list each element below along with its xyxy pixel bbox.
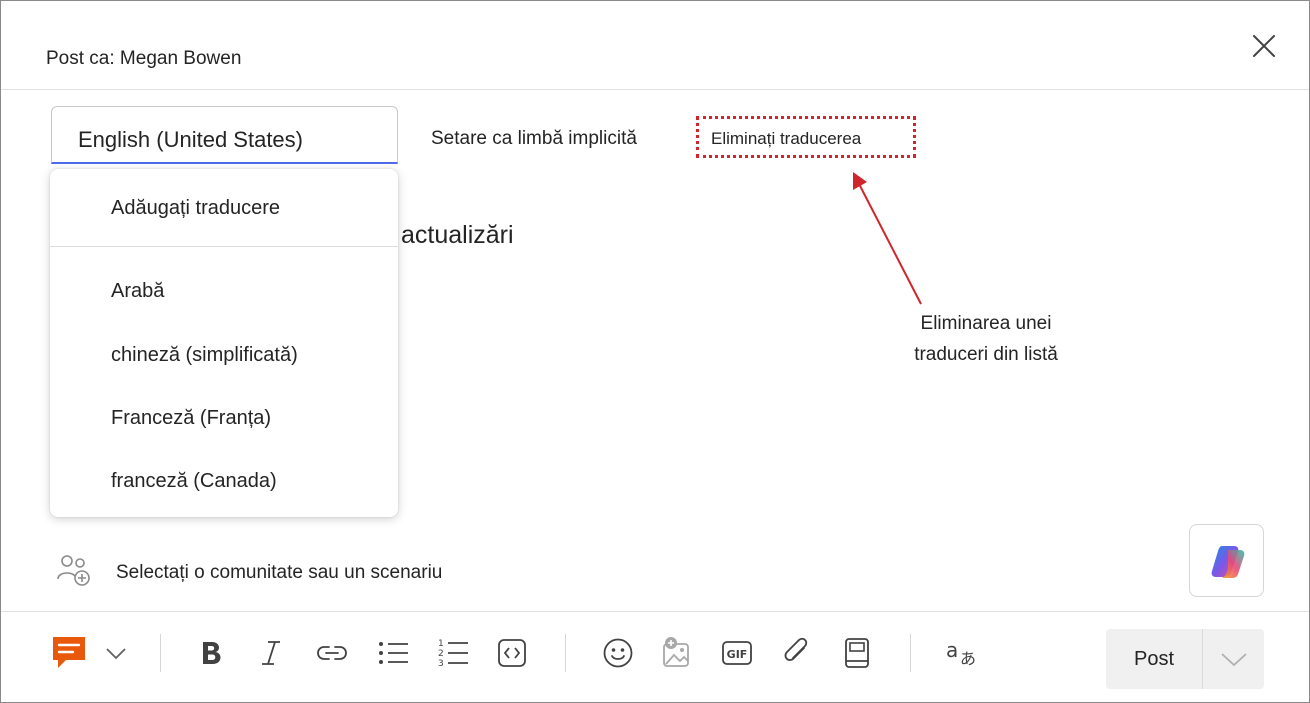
toolbar-separator <box>910 634 911 672</box>
post-dialog: Post ca: Megan Bowen English (United Sta… <box>0 0 1310 703</box>
svg-text:1: 1 <box>438 639 444 649</box>
translate-icon: a あ <box>946 638 976 668</box>
numbered-list-button[interactable]: 1 2 3 <box>433 633 473 673</box>
image-icon <box>663 637 689 667</box>
language-item-arabic[interactable]: Arabă <box>111 280 164 303</box>
message-type-dropdown[interactable] <box>96 633 136 673</box>
italic-button[interactable] <box>251 633 291 673</box>
svg-text:2: 2 <box>438 649 444 659</box>
close-button[interactable] <box>1249 31 1279 61</box>
svg-text:a: a <box>946 638 958 662</box>
post-options-button[interactable] <box>1203 629 1264 689</box>
message-type-icon <box>53 637 85 668</box>
code-button[interactable] <box>492 633 532 673</box>
post-button[interactable]: Post <box>1106 629 1202 689</box>
copilot-button[interactable] <box>1189 524 1264 597</box>
dialog-header: Post ca: Megan Bowen <box>1 1 1309 90</box>
message-type-button[interactable] <box>49 633 89 673</box>
toolbar-separator <box>565 634 566 672</box>
gif-icon: GIF <box>722 641 752 665</box>
select-community-button[interactable]: Selectați o comunitate sau un scenariu <box>116 562 442 584</box>
gif-label: GIF <box>727 648 748 661</box>
chevron-down-icon <box>106 648 126 660</box>
language-select[interactable]: English (United States) <box>51 106 398 164</box>
language-dropdown: Adăugați traducere Arabă chineză (simpli… <box>50 169 398 517</box>
gif-button[interactable]: GIF <box>717 633 757 673</box>
attachment-icon <box>784 637 808 661</box>
link-icon <box>317 646 347 660</box>
svg-text:あ: あ <box>960 649 976 668</box>
remove-translation-label: Eliminați traducerea <box>711 129 862 148</box>
language-item-french-canada[interactable]: franceză (Canada) <box>111 470 277 493</box>
attach-file-button[interactable] <box>777 633 817 673</box>
emoji-icon <box>603 638 633 668</box>
svg-text:3: 3 <box>438 659 444 669</box>
emoji-button[interactable] <box>598 633 638 673</box>
compose-toolbar: 1 2 3 GIF a あ Post <box>1 611 1309 702</box>
link-button[interactable] <box>312 633 352 673</box>
numbered-list-icon: 1 2 3 <box>438 639 468 669</box>
toolbar-separator <box>160 634 161 672</box>
post-as-label: Post ca: Megan Bowen <box>46 48 242 69</box>
selected-language: English (United States) <box>78 127 303 152</box>
annotation-arrow <box>853 172 922 305</box>
post-title-partial: actualizări <box>401 221 514 249</box>
italic-icon <box>262 641 280 665</box>
chevron-down-icon <box>1220 653 1247 667</box>
copilot-icon <box>1211 546 1245 578</box>
dropdown-divider <box>50 246 398 247</box>
post-button-group: Post <box>1106 629 1264 689</box>
language-item-chinese-simplified[interactable]: chineză (simplificată) <box>111 344 298 367</box>
annotation-text: Eliminarea unei traduceri din listă <box>914 313 1058 365</box>
story-button[interactable] <box>837 633 877 673</box>
remove-translation-button[interactable]: Eliminați traducerea <box>696 116 916 158</box>
community-add-icon <box>57 555 90 586</box>
language-item-french-france[interactable]: Franceză (Franța) <box>111 407 271 430</box>
bullet-list-icon <box>379 642 408 664</box>
bold-icon <box>203 642 221 664</box>
set-default-language-button[interactable]: Setare ca limbă implicită <box>431 128 637 150</box>
bold-button[interactable] <box>191 633 231 673</box>
bullet-list-button[interactable] <box>373 633 413 673</box>
add-translation-item[interactable]: Adăugați traducere <box>111 197 280 220</box>
book-icon <box>845 638 869 668</box>
close-icon <box>1253 35 1275 57</box>
code-icon <box>498 639 526 667</box>
image-button[interactable] <box>657 633 697 673</box>
translate-button[interactable]: a あ <box>942 633 982 673</box>
